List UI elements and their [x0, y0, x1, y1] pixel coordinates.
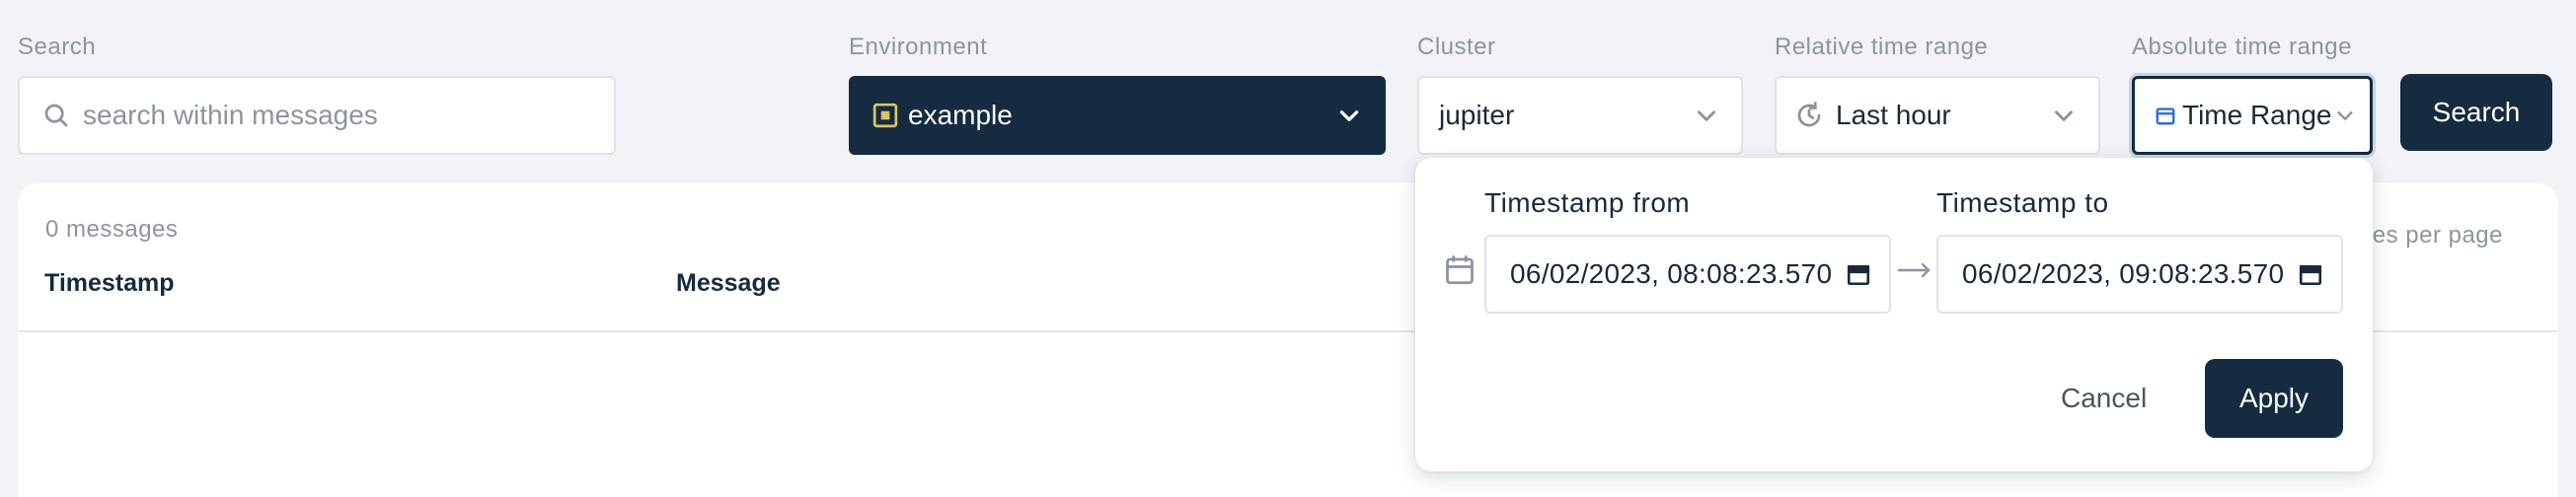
cluster-label: Cluster	[1417, 34, 1496, 60]
absolute-time-select[interactable]: Time Range	[2132, 76, 2373, 155]
environment-select[interactable]: example	[849, 76, 1386, 155]
date-range-popover: Timestamp from Timestamp to 06/02/2023, …	[1415, 158, 2373, 471]
relative-time-label: Relative time range	[1775, 34, 1989, 60]
timestamp-to-label: Timestamp to	[1936, 187, 2109, 218]
search-label: Search	[18, 34, 97, 60]
absolute-time-label: Absolute time range	[2132, 34, 2352, 60]
environment-value: example	[908, 100, 1013, 130]
calendar-picker-icon[interactable]	[2298, 261, 2323, 287]
calendar-picker-icon[interactable]	[1846, 261, 1871, 287]
column-header-timestamp[interactable]: Timestamp	[44, 269, 175, 298]
search-placeholder: search within messages	[83, 100, 378, 130]
timestamp-from-input[interactable]: 06/02/2023, 08:08:23.570	[1484, 235, 1891, 314]
chevron-down-icon	[2337, 111, 2353, 120]
clock-refresh-icon	[1797, 102, 1821, 127]
timestamp-to-value: 06/02/2023, 09:08:23.570	[1962, 258, 2285, 289]
arrow-right-icon	[1897, 262, 1931, 278]
calendar-icon	[1446, 255, 1474, 285]
search-input[interactable]: search within messages	[18, 76, 616, 155]
relative-time-value: Last hour	[1836, 100, 1951, 130]
cancel-button[interactable]: Cancel	[2061, 363, 2147, 434]
chevron-down-icon	[1698, 110, 1715, 121]
search-button[interactable]: Search	[2400, 74, 2552, 151]
relative-time-select[interactable]: Last hour	[1775, 76, 2100, 155]
column-header-message[interactable]: Message	[676, 269, 781, 298]
chevron-down-icon	[1339, 110, 1359, 121]
apply-button[interactable]: Apply	[2205, 359, 2343, 438]
environment-label: Environment	[849, 34, 988, 60]
message-count: 0 messages	[45, 216, 179, 243]
timestamp-to-input[interactable]: 06/02/2023, 09:08:23.570	[1936, 235, 2343, 314]
absolute-time-value: Time Range	[2182, 100, 2332, 130]
search-icon	[44, 104, 68, 127]
messages-per-page-label: ges per page	[2358, 222, 2503, 248]
chevron-down-icon	[2055, 110, 2073, 121]
cluster-value: jupiter	[1439, 100, 1515, 130]
environment-square-icon	[872, 103, 898, 128]
timestamp-from-label: Timestamp from	[1484, 187, 1691, 218]
timestamp-from-value: 06/02/2023, 08:08:23.570	[1510, 258, 1833, 289]
cluster-select[interactable]: jupiter	[1417, 76, 1743, 155]
calendar-icon	[2156, 107, 2175, 125]
